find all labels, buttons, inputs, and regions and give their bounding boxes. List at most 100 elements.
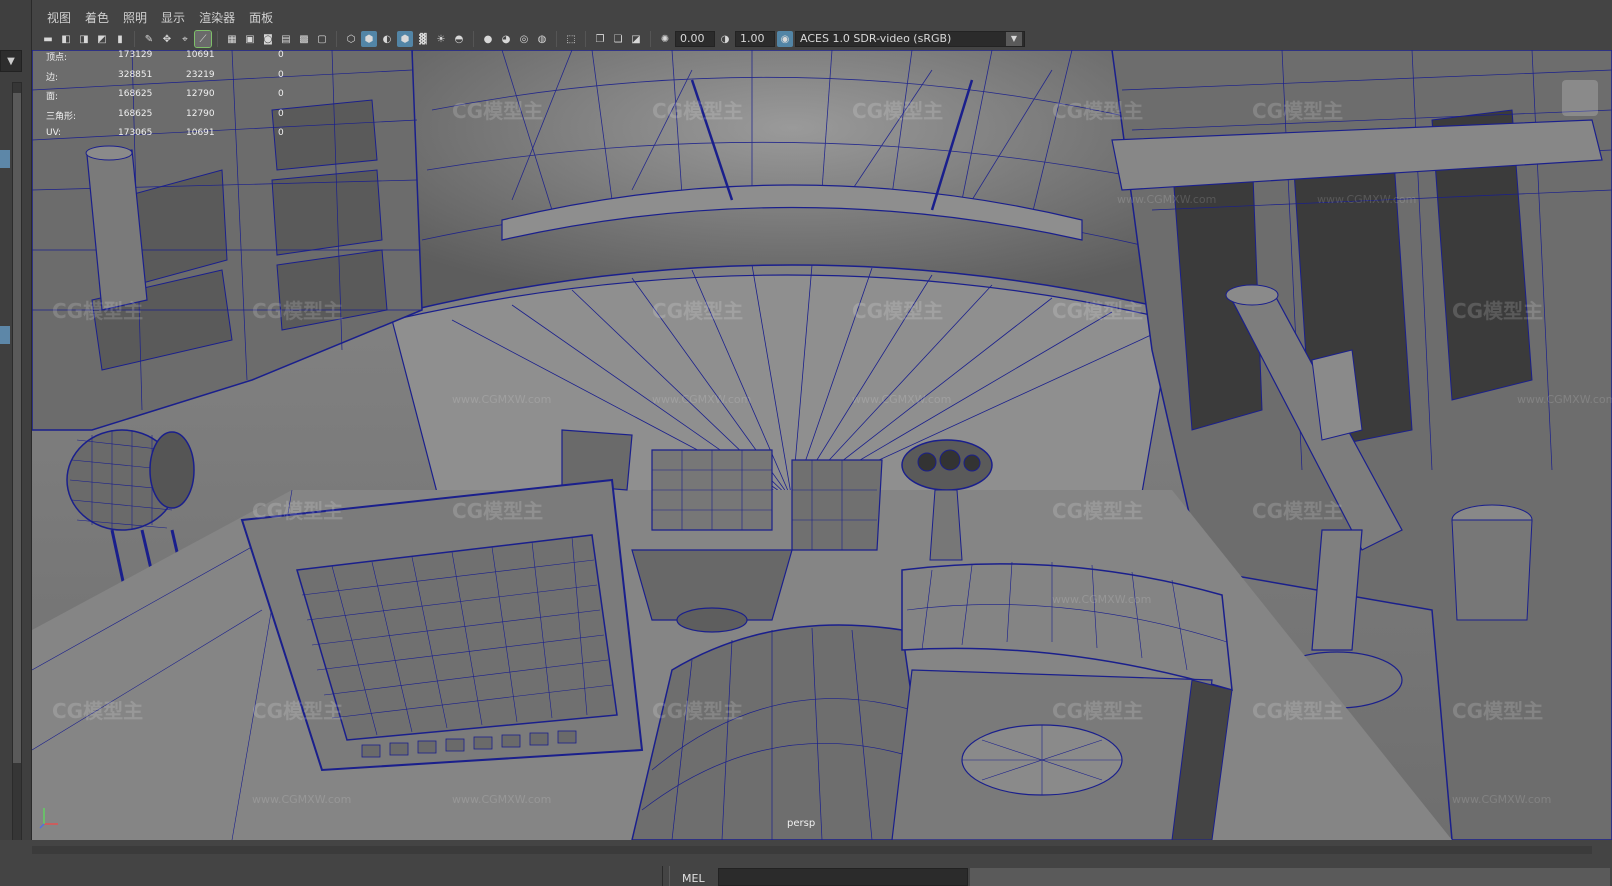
gate-mask-icon[interactable]: ▤ [278,31,294,47]
hud-row-uvs: UV: 173065 10691 0 [46,128,346,148]
bookmark-icon[interactable]: ◨ [76,31,92,47]
hud-row-triangles: 三角形: 168625 12790 0 [46,109,346,129]
watermark-logo-icon [1562,80,1598,116]
hud-total: 173129 [118,50,153,60]
snapshot-icon[interactable]: ✥ [159,31,175,47]
hud-extra: 0 [278,128,284,138]
hud-extra: 0 [278,50,284,60]
motion-blur-icon[interactable]: ◕ [498,31,514,47]
command-line-divider[interactable] [662,866,670,886]
watermark-url: www.CGMXW.com [452,793,552,806]
field-chart-icon[interactable]: ▩ [296,31,312,47]
hud-selected: 12790 [186,89,215,99]
xray-active-icon[interactable]: ◪ [628,31,644,47]
lights-icon[interactable]: ☀ [433,31,449,47]
chevron-down-icon[interactable]: ▼ [1006,32,1022,46]
toolbar-divider [473,31,474,47]
hud-total: 328851 [118,69,153,80]
watermark: CG模型主 [1252,99,1344,123]
left-tool-rail: ▼ [0,0,32,886]
hud-row-vertices: 顶点: 173129 10691 0 [46,50,346,70]
wireframe-on-shaded-icon[interactable]: ⬢ [397,31,413,47]
hud-selected: 10691 [186,128,215,138]
view-transform-select[interactable]: ACES 1.0 SDR-video (sRGB) ▼ [795,31,1025,47]
smooth-shade-icon[interactable]: ⬢ [361,31,377,47]
hud-label: 面: [46,92,59,102]
image-plane-icon[interactable]: ◩ [94,31,110,47]
shadows-icon[interactable]: ◓ [451,31,467,47]
hud-row-faces: 面: 168625 12790 0 [46,89,346,109]
rail-scrollbar[interactable] [12,82,22,842]
watermark-url: www.CGMXW.com [1052,593,1152,606]
panel-toolbar: ▬ ◧ ◨ ◩ ▮ ✎ ✥ ⌖ ⟋ ▦ ▣ ◙ ▤ ▩ ▢ ⬡ ⬢ ◐ ⬢ ▓ … [32,28,1612,50]
hud-label: 边: [46,72,59,83]
watermark-url: www.CGMXW.com [252,793,352,806]
hud-total: 168625 [118,89,153,99]
camera-attributes-icon[interactable]: ◧ [58,31,74,47]
watermark: CG模型主 [1452,299,1544,323]
rail-marker [0,150,10,168]
watermark-url: www.CGMXW.com [1452,793,1552,806]
watermark: CG模型主 [1252,699,1344,723]
xray-joints-icon[interactable]: ❏ [610,31,626,47]
hud-extra: 0 [278,89,284,99]
resolution-gate-icon[interactable]: ◙ [260,31,276,47]
pin-icon[interactable]: ▮ [112,31,128,47]
hud-label: 三角形: [46,111,77,122]
pan-zoom-icon[interactable]: ⌖ [177,31,193,47]
hud-label: UV: [46,128,62,138]
view-transform-value: ACES 1.0 SDR-video (sRGB) [800,32,952,45]
watermark: CG模型主 [652,299,744,323]
hud-row-edges: 边: 328851 23219 0 [46,70,346,90]
watermark-url: www.CGMXW.com [1317,193,1417,206]
mel-language-button[interactable]: MEL [682,872,705,885]
watermark-url: www.CGMXW.com [652,393,752,406]
watermark: CG模型主 [52,699,144,723]
hud-extra: 0 [278,108,284,119]
toolbar-divider [336,31,337,47]
watermark: CG模型主 [652,99,744,123]
watermark-url: www.CGMXW.com [452,393,552,406]
default-material-icon[interactable]: ◐ [379,31,395,47]
watermark: CG模型主 [252,299,344,323]
watermark-url: www.CGMXW.com [1117,193,1217,206]
exposure-icon[interactable]: ✺ [657,31,673,47]
anti-aliasing-icon[interactable]: ◎ [516,31,532,47]
toolbar-divider [556,31,557,47]
toolbar-divider [217,31,218,47]
toolbar-divider [585,31,586,47]
perspective-viewport[interactable]: CG模型主 CG模型主 CG模型主 CG模型主 CG模型主 CG模型主 CG模型… [32,50,1612,840]
command-input[interactable] [718,868,968,886]
watermark: CG模型主 [1052,499,1144,523]
screen-space-ao-icon[interactable]: ● [480,31,496,47]
watermark: CG模型主 [1452,699,1544,723]
gamma-icon[interactable]: ◑ [717,31,733,47]
watermark: CG模型主 [1052,699,1144,723]
xray-icon[interactable]: ❐ [592,31,608,47]
depth-of-field-icon[interactable]: ◍ [534,31,550,47]
maya-window: ▼ 视图 着色 照明 显示 渲染器 面板 ▬ ◧ ◨ ◩ ▮ ✎ ✥ ⌖ ⟋ ▦… [0,0,1612,886]
gamma-field[interactable]: 1.00 [735,31,775,47]
safe-action-icon[interactable]: ▢ [314,31,330,47]
isolate-select-icon[interactable]: ⬚ [563,31,579,47]
hud-total: 168625 [118,108,153,119]
rail-marker [0,326,10,344]
wireframe-icon[interactable]: ⬡ [343,31,359,47]
watermark: CG模型主 [452,99,544,123]
poly-count-hud: 顶点: 173129 10691 0 边: 328851 23219 0 面: … [46,50,346,148]
watermark-url: www.CGMXW.com [852,393,952,406]
textured-icon[interactable]: ▓ [415,31,431,47]
exposure-field[interactable]: 0.00 [675,31,715,47]
rail-dropdown-icon[interactable]: ▼ [0,50,22,72]
film-gate-icon[interactable]: ▣ [242,31,258,47]
watermark: CG模型主 [252,699,344,723]
grid-icon[interactable]: ▦ [224,31,240,47]
two-d-pan-icon[interactable]: ⟋ [194,30,212,48]
color-management-icon[interactable]: ◉ [777,31,793,47]
grease-pencil-icon[interactable]: ✎ [141,31,157,47]
rail-scroll-thumb[interactable] [13,93,21,763]
toolbar-divider [650,31,651,47]
watermark: CG模型主 [852,299,944,323]
select-camera-icon[interactable]: ▬ [40,31,56,47]
hud-selected: 10691 [186,50,215,60]
